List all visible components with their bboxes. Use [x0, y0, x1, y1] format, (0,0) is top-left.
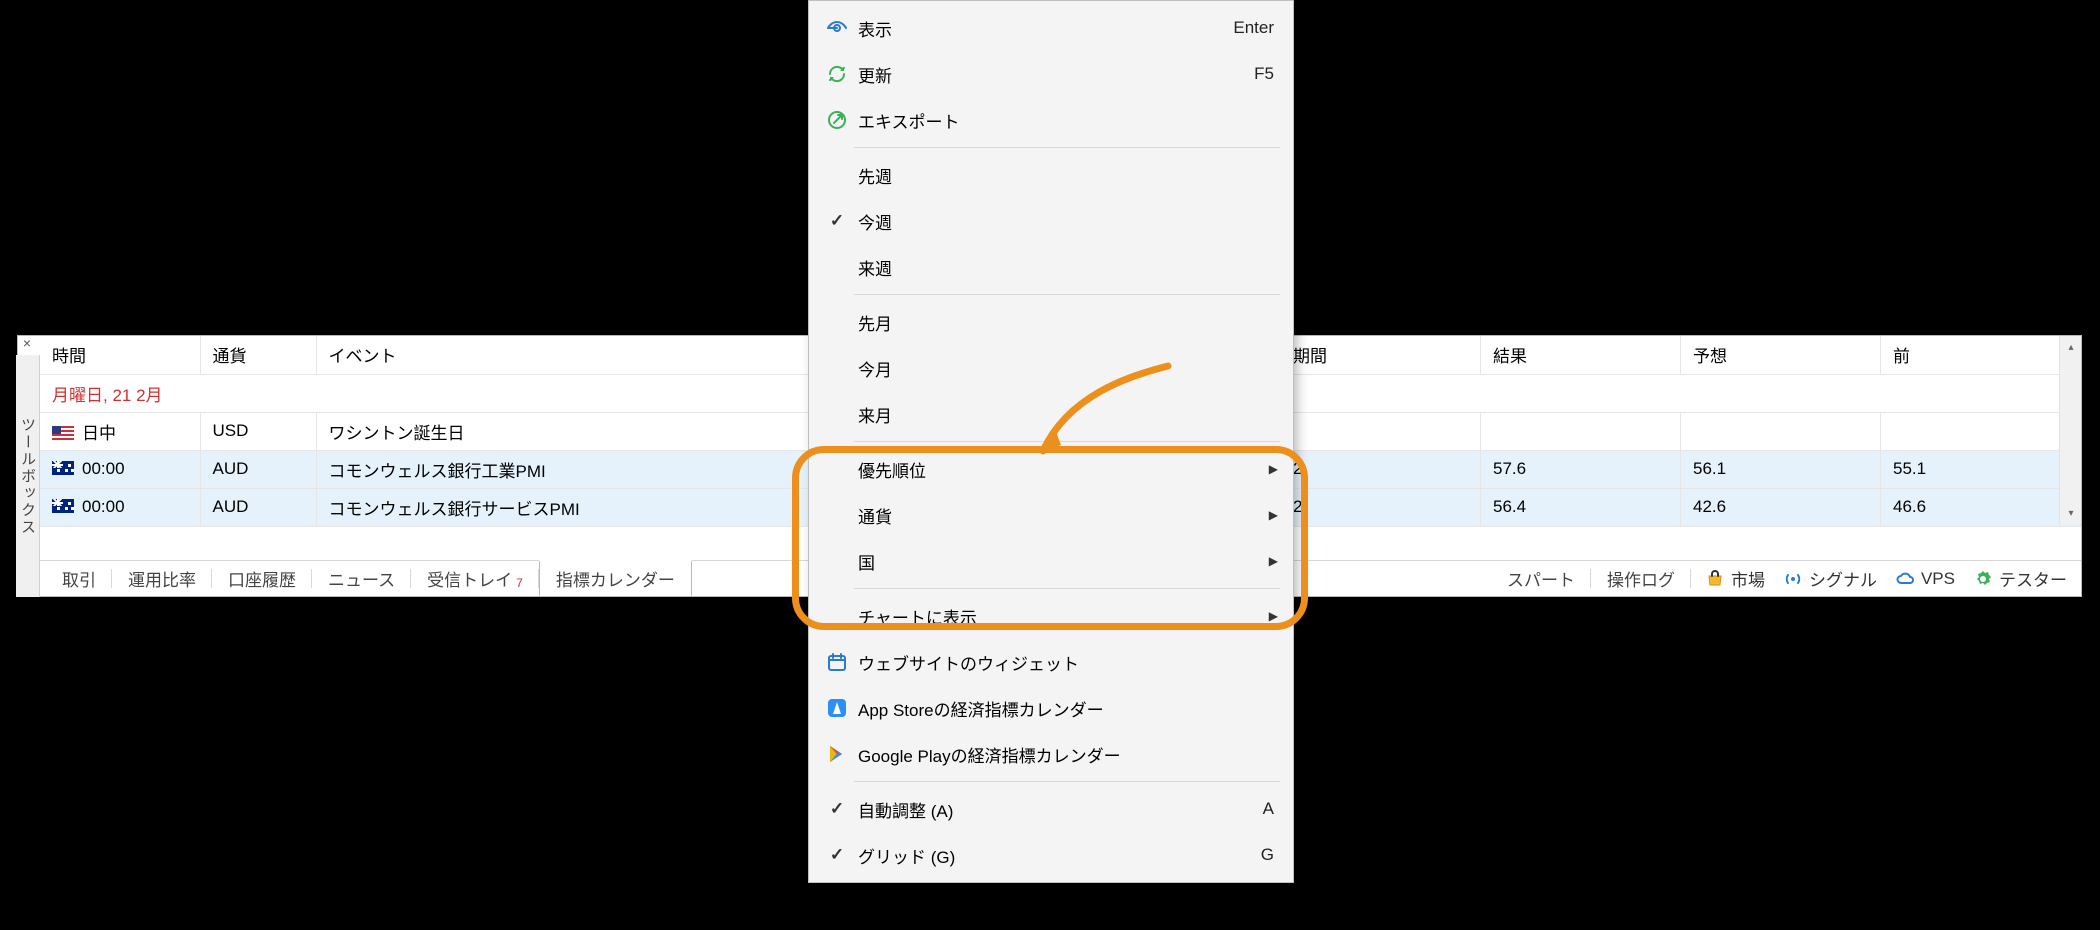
toolbox-title: ツールボックス [16, 355, 40, 597]
menu-appstore[interactable]: App Storeの経済指標カレンダー [810, 685, 1292, 731]
menu-next-week[interactable]: 来週 [810, 244, 1292, 290]
tab-inbox[interactable]: 受信トレイ7 [411, 561, 539, 596]
chevron-right-icon: ▶ [1269, 462, 1278, 476]
menu-refresh[interactable]: 更新 F5 [810, 51, 1292, 97]
tab-calendar[interactable]: 指標カレンダー [539, 560, 692, 596]
cell-currency: AUD [200, 488, 316, 526]
export-icon [820, 109, 854, 131]
close-icon[interactable]: × [17, 334, 37, 354]
check-icon: ✓ [830, 799, 844, 819]
refresh-icon [820, 63, 854, 85]
cloud-icon [1895, 569, 1915, 589]
cell-previous: 55.1 [1881, 450, 2081, 488]
menu-export[interactable]: エキスポート [810, 97, 1292, 143]
cell-previous: 46.6 [1881, 488, 2081, 526]
flag-au-icon [52, 499, 74, 513]
menu-next-month[interactable]: 来月 [810, 391, 1292, 437]
play-icon [820, 743, 854, 765]
cell-period: 2 [1281, 450, 1481, 488]
cell-time: 00:00 [82, 459, 125, 478]
cell-result: 56.4 [1481, 488, 1681, 526]
cell-currency: USD [200, 412, 316, 450]
check-icon: ✓ [830, 211, 844, 231]
tab-news[interactable]: ニュース [312, 561, 411, 596]
cell-forecast [1681, 412, 1881, 450]
cell-result [1481, 412, 1681, 450]
tab-journal[interactable]: 操作ログ [1591, 561, 1691, 596]
col-time[interactable]: 時間 [40, 336, 200, 374]
col-result[interactable]: 結果 [1481, 336, 1681, 374]
scroll-up-icon[interactable]: ▴ [2060, 336, 2081, 358]
cell-previous [1881, 412, 2081, 450]
context-menu: 表示 Enter 更新 F5 エキスポート 先週 ✓今週 来週 先月 今月 来月… [808, 0, 1294, 883]
check-icon: ✓ [830, 845, 844, 865]
menu-prev-week[interactable]: 先週 [810, 152, 1292, 198]
cell-result: 57.6 [1481, 450, 1681, 488]
tab-exposure[interactable]: 運用比率 [112, 561, 212, 596]
menu-view[interactable]: 表示 Enter [810, 5, 1292, 51]
menu-website-widget[interactable]: ウェブサイトのウィジェット [810, 639, 1292, 685]
gear-icon [1973, 569, 1993, 589]
cell-period [1281, 412, 1481, 450]
market-button[interactable]: 市場 [1705, 566, 1765, 591]
appstore-icon [820, 697, 854, 719]
cell-currency: AUD [200, 450, 316, 488]
menu-googleplay[interactable]: Google Playの経済指標カレンダー [810, 731, 1292, 777]
col-previous[interactable]: 前 [1881, 336, 2081, 374]
tester-button[interactable]: テスター [1973, 566, 2067, 591]
chevron-right-icon: ▶ [1269, 554, 1278, 568]
cell-time: 日中 [82, 424, 116, 443]
tab-history[interactable]: 口座履歴 [212, 561, 312, 596]
calendar-icon [820, 651, 854, 673]
chevron-right-icon: ▶ [1269, 508, 1278, 522]
menu-priority[interactable]: 優先順位▶ [810, 446, 1292, 492]
scroll-down-icon[interactable]: ▾ [2060, 502, 2081, 524]
col-forecast[interactable]: 予想 [1681, 336, 1881, 374]
cell-forecast: 56.1 [1681, 450, 1881, 488]
cell-forecast: 42.6 [1681, 488, 1881, 526]
bag-icon [1705, 569, 1725, 589]
eye-icon [820, 17, 854, 39]
col-currency[interactable]: 通貨 [200, 336, 316, 374]
menu-grid[interactable]: ✓グリッド (G)G [810, 832, 1292, 878]
inbox-badge: 7 [516, 576, 523, 590]
col-period[interactable]: 期間 [1281, 336, 1481, 374]
cell-period: 2 [1281, 488, 1481, 526]
flag-au-icon [52, 461, 74, 475]
menu-this-week[interactable]: ✓今週 [810, 198, 1292, 244]
menu-prev-month[interactable]: 先月 [810, 299, 1292, 345]
vertical-scrollbar[interactable]: ▴ ▾ [2059, 336, 2081, 524]
menu-this-month[interactable]: 今月 [810, 345, 1292, 391]
tab-trade[interactable]: 取引 [46, 561, 112, 596]
flag-us-icon [52, 426, 74, 440]
menu-country[interactable]: 国▶ [810, 538, 1292, 584]
tab-expert[interactable]: スパート [1491, 561, 1591, 596]
signal-icon [1783, 569, 1803, 589]
vps-button[interactable]: VPS [1895, 569, 1955, 589]
cell-time: 00:00 [82, 497, 125, 516]
chevron-right-icon: ▶ [1269, 609, 1278, 623]
menu-autofit[interactable]: ✓自動調整 (A)A [810, 786, 1292, 832]
menu-currency[interactable]: 通貨▶ [810, 492, 1292, 538]
menu-show-on-chart[interactable]: チャートに表示▶ [810, 593, 1292, 639]
signal-button[interactable]: シグナル [1783, 566, 1877, 591]
